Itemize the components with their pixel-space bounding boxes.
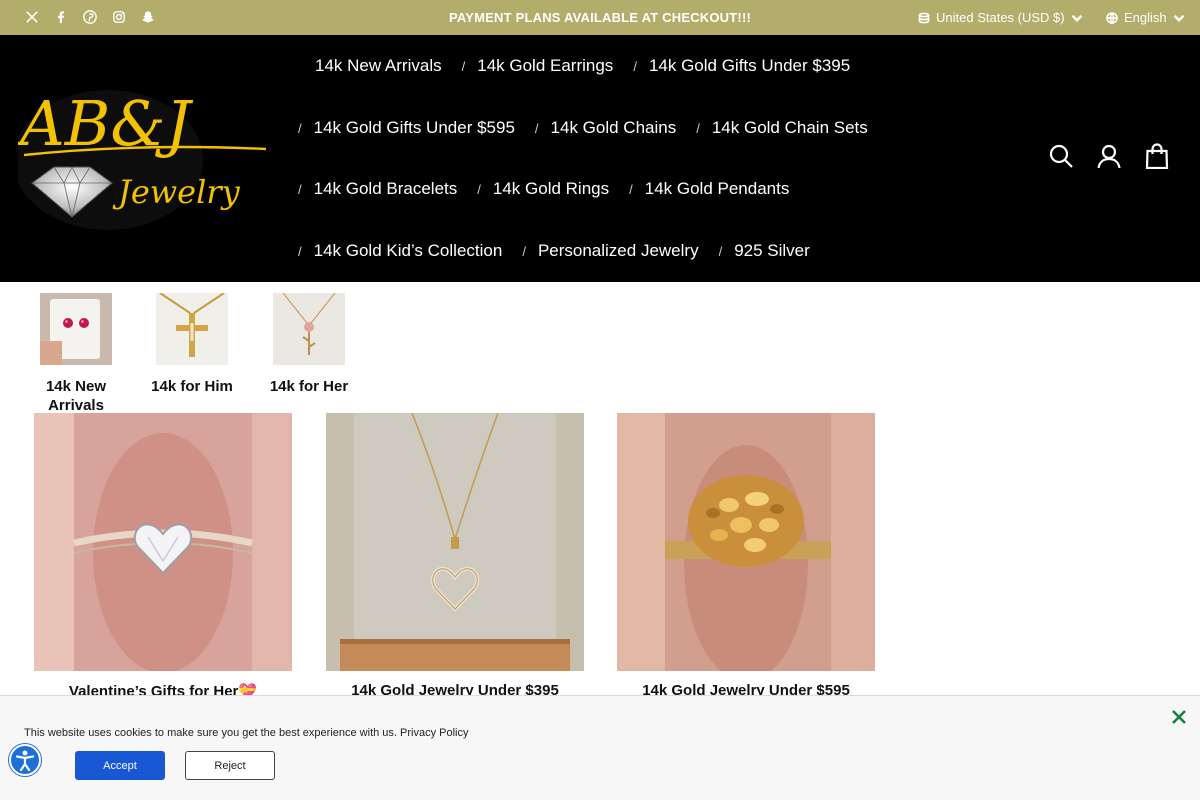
- nav-separator: /: [298, 181, 302, 197]
- nav-link-kids-collection[interactable]: 14k Gold Kid’s Collection: [314, 241, 503, 261]
- category-label: 14k for Her: [269, 378, 349, 395]
- currency-selector[interactable]: United States (USD $): [918, 10, 1083, 25]
- nav-link-gifts-under-595[interactable]: 14k Gold Gifts Under $595: [314, 118, 515, 138]
- header-actions: [1048, 143, 1170, 170]
- nav-separator: /: [633, 58, 637, 74]
- nav-link-personalized-jewelry[interactable]: Personalized Jewelry: [538, 241, 699, 261]
- announcement-bar: PAYMENT PLANS AVAILABLE AT CHECKOUT!!! U…: [0, 0, 1200, 35]
- nav-row-2: / 14k Gold Gifts Under $595 / 14k Gold C…: [298, 97, 888, 159]
- privacy-policy-link[interactable]: Privacy Policy: [400, 727, 468, 739]
- collection-tile-valentines[interactable]: Valentine’s Gifts for Her💝: [34, 413, 292, 700]
- rose-pendant-thumbnail: [273, 292, 345, 365]
- cookie-message: This website uses cookies to make sure y…: [24, 727, 469, 739]
- search-icon[interactable]: [1048, 143, 1074, 169]
- nav-separator: /: [298, 120, 302, 136]
- cookie-banner: This website uses cookies to make sure y…: [0, 695, 1200, 800]
- nav-link-gold-chain-sets[interactable]: 14k Gold Chain Sets: [712, 118, 868, 138]
- accessibility-icon[interactable]: [9, 744, 41, 776]
- chevron-down-icon: [1071, 14, 1082, 22]
- currency-label: United States (USD $): [936, 10, 1065, 25]
- globe-icon: [1106, 11, 1118, 24]
- cookie-text: This website uses cookies to make sure y…: [24, 727, 397, 739]
- nav-separator: /: [696, 120, 700, 136]
- category-for-her[interactable]: 14k for Her: [264, 292, 354, 396]
- nav-link-gold-pendants[interactable]: 14k Gold Pendants: [645, 179, 790, 199]
- account-icon[interactable]: [1096, 143, 1122, 169]
- reject-cookies-button[interactable]: Reject: [185, 751, 275, 780]
- brand-logo[interactable]: AB&J Jewelry: [13, 85, 270, 230]
- nav-link-gifts-under-395[interactable]: 14k Gold Gifts Under $395: [649, 56, 850, 76]
- language-selector[interactable]: English: [1106, 10, 1185, 25]
- nav-link-gold-bracelets[interactable]: 14k Gold Bracelets: [314, 179, 458, 199]
- nugget-ring-image: [617, 413, 875, 681]
- category-for-him[interactable]: 14k for Him: [147, 292, 237, 396]
- nav-link-new-arrivals[interactable]: 14k New Arrivals: [315, 56, 442, 76]
- accept-cookies-button[interactable]: Accept: [75, 751, 165, 780]
- cross-pendant-thumbnail: [156, 292, 228, 365]
- site-header: AB&J Jewelry 14k New Arrivals / 14k Gold…: [0, 35, 1200, 282]
- nav-row-1: 14k New Arrivals / 14k Gold Earrings / 1…: [315, 35, 870, 97]
- heart-ring-image: [34, 413, 292, 673]
- currency-stack-icon: [918, 12, 930, 23]
- category-new-arrivals[interactable]: 14k New Arrivals: [31, 293, 121, 415]
- category-label: 14k New Arrivals: [45, 378, 107, 414]
- chevron-down-icon: [1173, 14, 1184, 22]
- language-label: English: [1124, 10, 1167, 25]
- collection-tile-under-395[interactable]: 14k Gold Jewelry Under $395: [326, 412, 584, 699]
- nav-separator: /: [629, 181, 633, 197]
- nav-separator: /: [534, 120, 539, 136]
- nav-link-925-silver[interactable]: 925 Silver: [734, 241, 810, 261]
- nav-row-4: / 14k Gold Kid’s Collection / Personaliz…: [298, 220, 830, 282]
- category-label: 14k for Him: [151, 378, 233, 395]
- nav-link-gold-rings[interactable]: 14k Gold Rings: [493, 179, 609, 199]
- heart-necklace-image: [326, 412, 584, 671]
- collection-tile-under-595[interactable]: 14k Gold Jewelry Under $595: [617, 413, 875, 699]
- svg-text:Jewelry: Jewelry: [112, 173, 241, 211]
- nav-link-gold-chains[interactable]: 14k Gold Chains: [551, 118, 677, 138]
- nav-row-3: / 14k Gold Bracelets / 14k Gold Rings / …: [298, 158, 809, 220]
- close-icon[interactable]: [1171, 709, 1187, 725]
- nav-separator: /: [461, 58, 466, 74]
- nav-separator: /: [718, 243, 723, 259]
- nav-separator: /: [477, 181, 481, 197]
- nav-link-gold-earrings[interactable]: 14k Gold Earrings: [477, 56, 613, 76]
- nav-separator: /: [522, 243, 526, 259]
- earrings-thumbnail: [40, 293, 112, 365]
- nav-separator: /: [298, 243, 302, 259]
- cart-icon[interactable]: [1144, 143, 1170, 170]
